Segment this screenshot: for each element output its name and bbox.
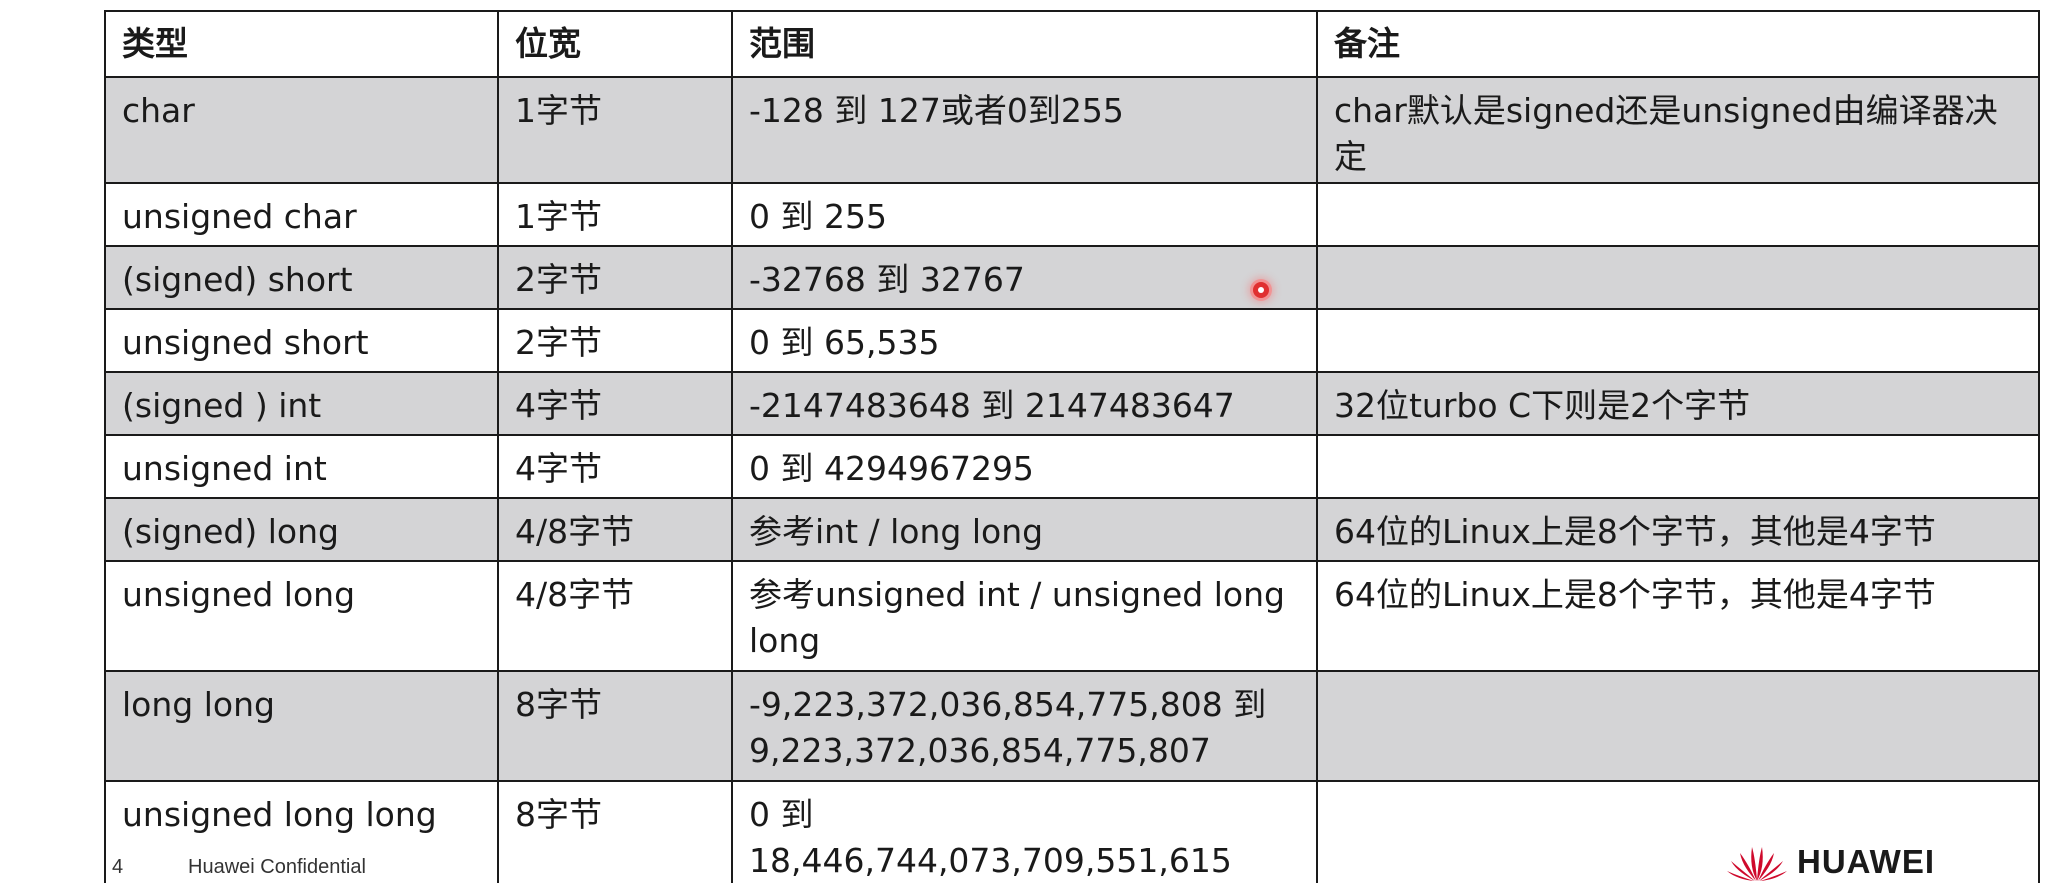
table-row: (signed) long 4/8字节 参考int / long long 64… [104,497,2040,562]
range-cell: -2147483648 到 2147483647 [731,371,1318,436]
range-cell: 0 到 65,535 [731,308,1318,373]
range-cell: -32768 到 32767 [731,245,1318,310]
note-cell [1316,182,2040,247]
slide: 类型 位宽 范围 备注 char 1字节 -128 到 127或者0到255 c… [0,0,2050,883]
type-cell: (signed) long [104,497,499,562]
note-cell [1316,245,2040,310]
huawei-petal-logo-icon [1727,847,1787,881]
table-row: unsigned int 4字节 0 到 4294967295 [104,434,2040,499]
type-cell: (signed) short [104,245,499,310]
note-cell [1316,670,2040,782]
table-row: long long 8字节 -9,223,372,036,854,775,808… [104,670,2040,782]
width-cell: 8字节 [497,670,733,782]
type-cell: unsigned short [104,308,499,373]
table-row: unsigned short 2字节 0 到 65,535 [104,308,2040,373]
range-cell: 0 到 255 [731,182,1318,247]
table-row: unsigned char 1字节 0 到 255 [104,182,2040,247]
type-cell: (signed ) int [104,371,499,436]
header-range: 范围 [731,10,1318,78]
type-cell: unsigned int [104,434,499,499]
note-cell: char默认是signed还是unsigned由编译器决定 [1316,76,2040,184]
range-cell: 0 到 18,446,744,073,709,551,615 [731,780,1318,883]
width-cell: 4/8字节 [497,497,733,562]
table-row: unsigned long 4/8字节 参考unsigned int / uns… [104,560,2040,672]
table-row: char 1字节 -128 到 127或者0到255 char默认是signed… [104,76,2040,184]
confidential-label: Huawei Confidential [188,856,366,878]
type-cell: char [104,76,499,184]
range-cell: 参考int / long long [731,497,1318,562]
table-row: (signed ) int 4字节 -2147483648 到 21474836… [104,371,2040,436]
width-cell: 1字节 [497,76,733,184]
table-row: (signed) short 2字节 -32768 到 32767 [104,245,2040,310]
note-cell: 32位turbo C下则是2个字节 [1316,371,2040,436]
width-cell: 4字节 [497,434,733,499]
width-cell: 2字节 [497,308,733,373]
width-cell: 4字节 [497,371,733,436]
page-number: 4 [112,856,124,878]
range-cell: -128 到 127或者0到255 [731,76,1318,184]
note-cell: 64位的Linux上是8个字节，其他是4字节 [1316,560,2040,672]
width-cell: 2字节 [497,245,733,310]
header-note: 备注 [1316,10,2040,78]
width-cell: 8字节 [497,780,733,883]
note-cell [1316,308,2040,373]
width-cell: 1字节 [497,182,733,247]
type-cell: unsigned char [104,182,499,247]
range-cell: 0 到 4294967295 [731,434,1318,499]
laser-pointer-icon [1253,282,1269,298]
type-cell: unsigned long [104,560,499,672]
huawei-brand: HUAWEI [1725,842,1935,882]
table-header-row: 类型 位宽 范围 备注 [104,10,2040,78]
range-cell: 参考unsigned int / unsigned long long [731,560,1318,672]
range-cell: -9,223,372,036,854,775,808 到 9,223,372,0… [731,670,1318,782]
note-cell [1316,434,2040,499]
header-width: 位宽 [497,10,733,78]
integer-types-table: 类型 位宽 范围 备注 char 1字节 -128 到 127或者0到255 c… [104,10,2040,883]
brand-name: HUAWEI [1797,843,1935,880]
header-type: 类型 [104,10,499,78]
type-cell: long long [104,670,499,782]
width-cell: 4/8字节 [497,560,733,672]
note-cell: 64位的Linux上是8个字节，其他是4字节 [1316,497,2040,562]
